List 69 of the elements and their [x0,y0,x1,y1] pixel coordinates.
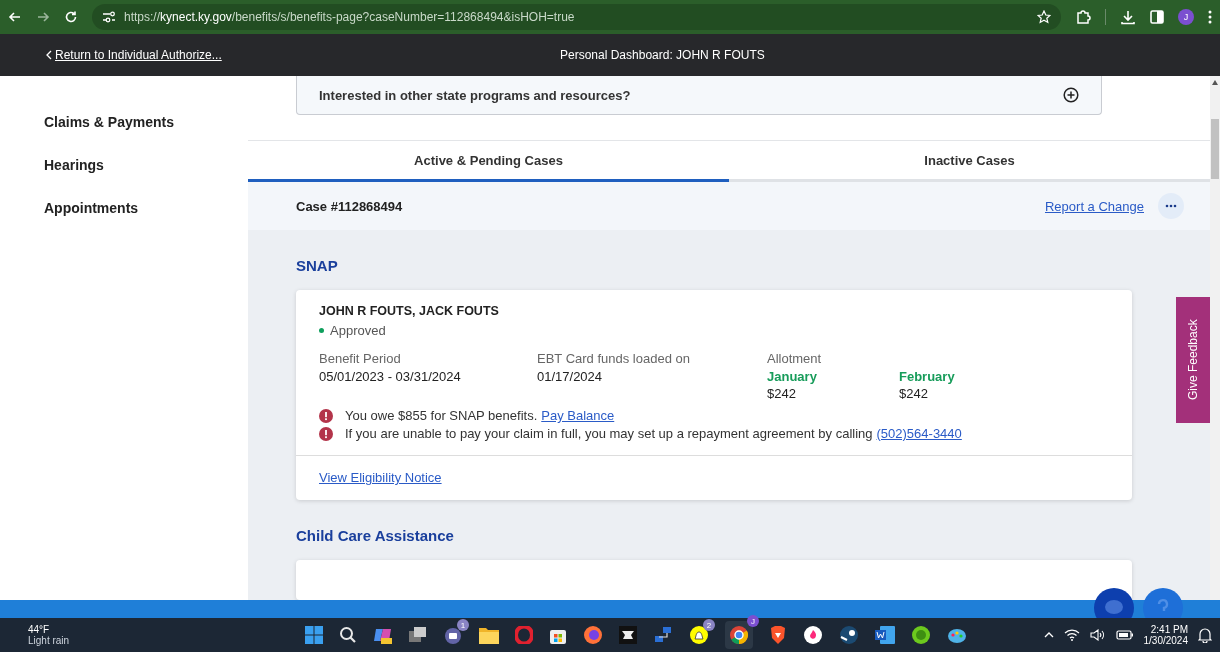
word-icon[interactable] [875,626,895,644]
url-text[interactable]: https://kynect.ky.gov/benefits/s/benefits-page?caseNumber=112868494&isHOH=true [124,10,1029,24]
scrollbar[interactable] [1210,76,1220,600]
profile-avatar[interactable]: J [1178,9,1194,25]
sidebar-item[interactable]: Hearings [44,157,248,173]
alert-link[interactable]: Pay Balance [541,408,615,423]
field-label: EBT Card funds loaded on [537,351,691,366]
resources-question: Interested in other state programs and resources? [319,87,631,103]
alert-text: You owe $855 for SNAP benefits. [345,408,538,423]
program-title: Child Care Assistance [296,527,455,544]
plus-circle-icon[interactable] [1063,87,1079,103]
temperature[interactable]: 44°F [28,624,128,635]
search-icon[interactable] [339,626,357,644]
allotment-amount: $242 [767,386,797,401]
chrome-icon[interactable] [729,625,749,645]
eligibility-notice-link[interactable]: View Eligibility Notice [319,470,442,485]
status-text: Approved [330,323,386,338]
back-icon[interactable] [8,10,22,24]
speaker-icon[interactable] [1089,629,1106,641]
case-tab[interactable]: Inactive Cases [729,141,1210,182]
alert-link[interactable]: (502)564-3440 [876,426,962,441]
wifi-icon[interactable] [1063,629,1080,641]
download-icon[interactable] [1120,9,1136,25]
side-panel-icon[interactable] [1150,10,1164,24]
clock-date[interactable]: 1/30/2024 [1143,635,1188,646]
program-title: SNAP [296,257,339,274]
field-label: Allotment [767,351,823,366]
alert-text: If you are unable to pay your claim in full, you may set up a repayment agreement by calling [345,426,873,441]
alert-icon [319,426,333,441]
case-number: Case #112868494 [296,198,404,214]
help-icon[interactable] [1143,588,1183,618]
field-value: 01/17/2024 [537,369,604,384]
weather-text[interactable]: Light rain [28,635,128,646]
puzzle-icon[interactable] [1075,9,1091,25]
chevron-up-icon[interactable] [1043,632,1054,638]
return-link[interactable]: Return to Individual Authorize... [55,48,222,62]
task-view-icon[interactable] [409,627,427,643]
household-members: JOHN R FOUTS, JACK FOUTS [319,304,500,318]
feedback-tab[interactable]: Give Feedback [1176,297,1210,423]
field-value: 05/01/2023 - 03/31/2024 [319,369,462,384]
star-icon[interactable] [1037,10,1051,24]
dashboard-title: Personal Dashboard: JOHN R FOUTS [560,48,765,62]
scroll-up-icon[interactable] [1212,80,1218,85]
address-bar[interactable]: https://kynect.ky.gov/benefits/s/benefits-page?caseNumber=112868494&isHOH=true [92,4,1061,30]
battery-icon[interactable] [1115,629,1134,641]
report-change-link[interactable]: Report a Change [1045,198,1144,214]
chevron-left-icon [46,50,52,60]
bell-icon[interactable] [1198,627,1212,643]
network-computers-icon[interactable] [653,625,673,645]
notification-badge: 2 [703,619,715,631]
notification-badge: 1 [457,619,469,631]
month-name: February [899,369,956,384]
folder-icon[interactable] [479,626,499,644]
sidebar-item[interactable]: Appointments [44,200,248,216]
menu-icon[interactable] [1208,10,1212,24]
reload-icon[interactable] [64,10,78,24]
flame-icon[interactable] [803,625,823,645]
windows-start-icon[interactable] [305,626,323,644]
more-icon [1165,204,1177,208]
allotment-amount: $242 [899,386,929,401]
field-label: Benefit Period [319,351,402,366]
resources-card[interactable]: Interested in other state programs and resources? [296,76,1102,115]
scrollbar-thumb[interactable] [1211,119,1219,179]
clock-time[interactable]: 2:41 PM [1150,624,1188,635]
forward-icon[interactable] [36,10,50,24]
month-name: January [767,369,818,384]
alert-icon [319,408,333,423]
sidebar-item[interactable]: Claims & Payments [44,114,248,130]
site-settings-icon[interactable] [102,11,116,23]
